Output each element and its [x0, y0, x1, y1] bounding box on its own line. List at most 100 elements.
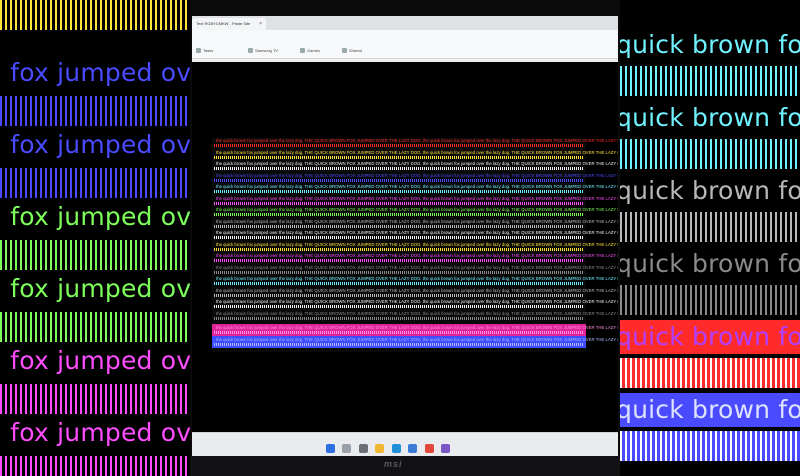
sample-text: the quick brown fox jumped over the lazy…	[216, 337, 618, 342]
color-text-row: the quick brown fox jumped over the lazy…	[212, 161, 618, 171]
file-explorer-icon[interactable]	[375, 444, 385, 454]
pixel-stripes	[214, 259, 584, 262]
zoom-row: rown fox jumped ov	[0, 346, 190, 418]
close-tab-icon[interactable]: ×	[259, 18, 262, 30]
zoom-row	[0, 0, 190, 58]
pixel-stripes	[214, 343, 584, 346]
zoom-row: quick brown fox ju	[620, 393, 800, 474]
color-text-row: the quick brown fox jumped over the lazy…	[212, 299, 618, 309]
color-text-row: the quick brown fox jumped over the lazy…	[212, 311, 618, 321]
tab-title: Text RGBYCMKW - Paste Site	[196, 21, 251, 26]
zoom-sample-text: rown fox jumped ov	[0, 58, 190, 87]
zoom-row: rown fox jumped ov	[0, 58, 190, 130]
solid-color-row: the quick brown fox jumped over the lazy…	[212, 336, 618, 348]
zoom-sample-text: quick brown fox ju	[620, 322, 800, 351]
zoom-sample-text: rown fox jumped ov	[0, 274, 190, 303]
zoom-row: quick brown fox ju	[620, 30, 800, 109]
zoom-panel-left: rown fox jumped ov rown fox jumped ov rown…	[0, 0, 190, 476]
zoom-stripe	[0, 168, 190, 198]
color-text-row: the quick brown fox jumped over the lazy…	[212, 207, 618, 217]
chrome-icon[interactable]	[424, 444, 434, 454]
color-text-row: the quick brown fox jumped over the lazy…	[212, 276, 618, 286]
zoom-stripe	[620, 431, 800, 461]
folder-icon	[196, 48, 201, 54]
zoom-stripe	[0, 240, 190, 270]
bookmark-item[interactable]: Samsung TV	[248, 47, 278, 55]
zoom-sample-text: rown fox jumped ov	[0, 130, 190, 159]
color-text-row: the quick brown fox jumped over the lazy…	[212, 150, 618, 160]
monitor-brand-logo: msi	[384, 459, 403, 469]
task-view-icon[interactable]	[358, 444, 368, 454]
bookmark-item[interactable]: Shared	[342, 47, 362, 55]
zoom-sample-text: quick brown fox ju	[620, 30, 800, 59]
folder-icon	[248, 48, 253, 54]
bookmark-item[interactable]: Games	[300, 47, 320, 55]
zoom-row: quick brown fox ju	[620, 103, 800, 182]
monitor-bezel: msi	[190, 456, 620, 476]
monitor-screen: Text RGBYCMKW - Paste Site × Tasks Samsu…	[192, 16, 618, 456]
color-text-row: the quick brown fox jumped over the lazy…	[212, 230, 618, 240]
tab-bar: Text RGBYCMKW - Paste Site ×	[192, 16, 618, 30]
zoom-stripe	[0, 96, 190, 126]
store-icon[interactable]	[408, 444, 418, 454]
zoom-row: quick brown fox ju	[620, 176, 800, 255]
solid-color-row: the quick brown fox jumped over the lazy…	[212, 324, 618, 336]
pixel-stripes	[214, 167, 584, 170]
color-text-row: the quick brown fox jumped over the lazy…	[212, 253, 618, 263]
zoom-stripe	[620, 66, 800, 96]
zoom-stripe	[620, 285, 800, 315]
edge-icon[interactable]	[391, 444, 401, 454]
taskbar-icons	[326, 440, 453, 454]
pixel-stripes	[214, 224, 584, 228]
folder-icon	[300, 48, 305, 54]
zoom-sample-text: rown fox jumped ov	[0, 346, 190, 375]
pixel-stripes	[214, 201, 584, 205]
pixel-stripes	[214, 178, 584, 182]
zoom-sample-text: quick brown fox ju	[620, 395, 800, 424]
pixel-stripes	[214, 316, 584, 320]
zoom-sample-text: quick brown fox ju	[620, 249, 800, 278]
pixel-stripes	[214, 282, 584, 285]
zoom-stripe	[0, 0, 190, 30]
zoom-row: quick brown fox ju	[620, 249, 800, 328]
zoom-sample-text: rown fox jumped ov	[0, 202, 190, 231]
pixel-stripes	[214, 270, 584, 274]
color-text-row: the quick brown fox jumped over the lazy…	[212, 184, 618, 194]
bookmarks-bar: Tasks Samsung TV Games Shared	[192, 44, 618, 59]
zoom-sample-text: rown fox jumped ov	[0, 418, 190, 447]
start-icon[interactable]	[326, 444, 335, 454]
zoom-stripe	[620, 139, 800, 169]
zoom-panel-right: quick brown fox ju quick brown fox ju quic…	[620, 0, 800, 476]
zoom-stripe	[620, 358, 800, 388]
monitor: Text RGBYCMKW - Paste Site × Tasks Samsu…	[190, 0, 620, 476]
pixel-stripes	[214, 236, 584, 239]
pixel-stripes	[214, 190, 584, 193]
color-text-row: the quick brown fox jumped over the lazy…	[212, 196, 618, 206]
pixel-stripes	[214, 144, 584, 147]
color-text-row: the quick brown fox jumped over the lazy…	[212, 265, 618, 275]
pixel-stripes	[214, 155, 584, 159]
app-icon[interactable]	[441, 444, 451, 454]
zoom-stripe	[0, 312, 190, 342]
folder-icon	[342, 48, 347, 54]
zoom-sample-text: quick brown fox ju	[620, 176, 800, 205]
browser-toolbar	[192, 30, 618, 44]
pixel-stripes	[214, 293, 584, 297]
pixel-stripes	[214, 331, 584, 334]
color-text-row: the quick brown fox jumped over the lazy…	[212, 288, 618, 298]
zoom-sample-text: quick brown fox ju	[620, 103, 800, 132]
zoom-stripe	[620, 212, 800, 242]
sample-text: the quick brown fox jumped over the lazy…	[216, 325, 618, 330]
search-icon[interactable]	[342, 444, 352, 454]
zoom-row: rown fox jumped ov	[0, 202, 190, 274]
zoom-stripe	[0, 384, 190, 414]
color-text-row: the quick brown fox jumped over the lazy…	[212, 219, 618, 229]
taskbar	[192, 432, 618, 456]
web-page: the quick brown fox jumped over the lazy…	[192, 62, 618, 432]
bookmark-item[interactable]: Tasks	[196, 47, 213, 55]
zoom-stripe	[0, 456, 190, 476]
browser-tab[interactable]: Text RGBYCMKW - Paste Site ×	[192, 18, 266, 30]
color-text-row: the quick brown fox jumped over the lazy…	[212, 173, 618, 183]
pixel-stripes	[214, 247, 584, 251]
zoom-row: quick brown fox ju	[620, 320, 800, 401]
